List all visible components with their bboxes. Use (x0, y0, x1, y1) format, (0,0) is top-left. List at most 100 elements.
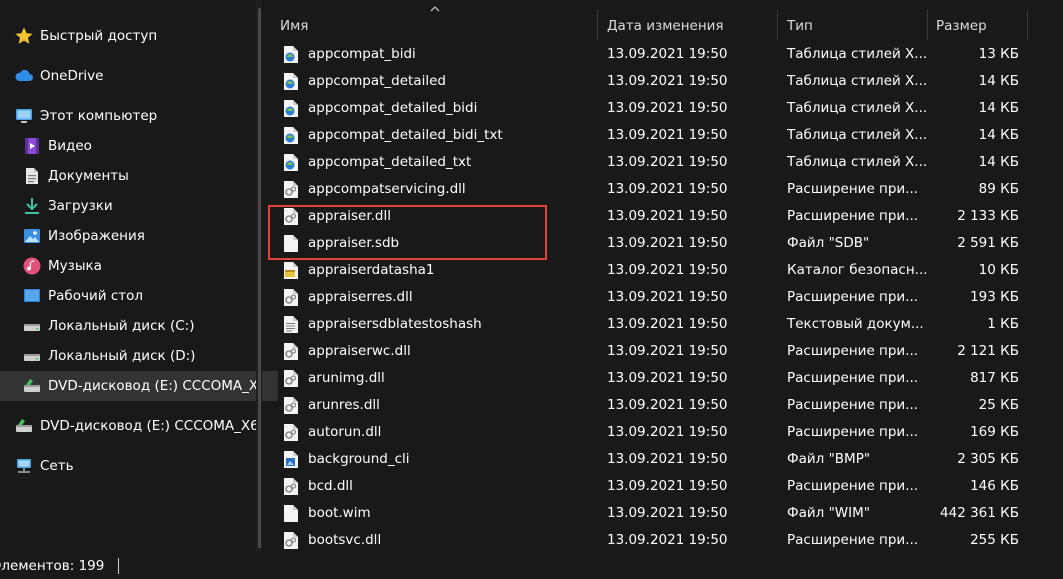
file-size: 14 КБ (978, 127, 1019, 143)
drive-icon (22, 346, 42, 366)
nav-item[interactable]: Быстрый доступ (0, 21, 270, 51)
nav-scrollbar[interactable] (258, 8, 261, 548)
file-date: 13.09.2021 19:50 (607, 127, 728, 143)
file-type: Файл "BMP" (787, 451, 871, 467)
cloud-icon (14, 66, 34, 86)
nav-item-label: Быстрый доступ (40, 28, 158, 44)
file-size: 169 КБ (970, 424, 1019, 440)
column-divider[interactable] (927, 10, 928, 40)
nav-item-label: Рабочий стол (48, 288, 143, 304)
file-row[interactable]: arunres.dll 13.09.2021 19:50 Расширение пр… (262, 392, 1063, 419)
drive-icon (22, 316, 42, 336)
file-row[interactable]: appcompat_detailed_txt 13.09.2021 19:50 Та… (262, 149, 1063, 176)
file-date: 13.09.2021 19:50 (607, 73, 728, 89)
file-name: autorun.dll (308, 424, 382, 440)
nav-item-label: Локальный диск (C:) (48, 318, 195, 334)
nav-item[interactable]: Сеть (0, 451, 270, 481)
file-size: 817 КБ (970, 370, 1019, 386)
xsl-icon (282, 99, 300, 118)
column-divider[interactable] (1027, 10, 1028, 40)
nav-item[interactable]: Локальный диск (C:) (0, 311, 278, 341)
nav-item[interactable]: Рабочий стол (0, 281, 278, 311)
nav-item[interactable]: OneDrive (0, 61, 270, 91)
pictures-icon (22, 226, 42, 246)
nav-item-label: Сеть (40, 458, 74, 474)
nav-item-label: Этот компьютер (40, 108, 158, 124)
column-header-date[interactable]: Дата изменения (607, 0, 724, 40)
file-name: appraiserres.dll (308, 289, 413, 305)
nav-item[interactable]: Локальный диск (D:) (0, 341, 278, 371)
xsl-icon (282, 45, 300, 64)
column-header-size[interactable]: Размер (936, 0, 987, 40)
nav-item[interactable]: Этот компьютер (0, 101, 270, 131)
file-date: 13.09.2021 19:50 (607, 46, 728, 62)
file-size: 13 КБ (978, 46, 1019, 62)
sort-ascending-icon (430, 6, 440, 12)
nav-item[interactable]: Музыка (0, 251, 278, 281)
file-row[interactable]: appcompat_detailed_bidi 13.09.2021 19:50 Т… (262, 95, 1063, 122)
nav-item[interactable]: DVD-дисковод (E:) CCCOMA_X (0, 371, 278, 401)
file-row[interactable]: background_cli 13.09.2021 19:50 Файл "BMP"… (262, 446, 1063, 473)
bmp-icon (282, 450, 300, 469)
file-type: Расширение при... (787, 181, 919, 197)
computer-icon (14, 106, 34, 126)
dll-icon (282, 288, 300, 307)
file-type: Расширение при... (787, 478, 919, 494)
file-row[interactable]: boot.wim 13.09.2021 19:50 Файл "WIM" 442 36… (262, 500, 1063, 527)
file-row[interactable]: bcd.dll 13.09.2021 19:50 Расширение при...… (262, 473, 1063, 500)
nav-item-label: Загрузки (48, 198, 113, 214)
status-bar: Элементов: 199 (0, 553, 1063, 579)
nav-item-label: Локальный диск (D:) (48, 348, 196, 364)
nav-item[interactable]: Изображения (0, 221, 278, 251)
file-type: Файл "SDB" (787, 235, 870, 251)
xsl-icon (282, 153, 300, 172)
file-size: 14 КБ (978, 100, 1019, 116)
nav-item[interactable]: Документы (0, 161, 278, 191)
nav-item-label: Видео (48, 138, 92, 154)
file-date: 13.09.2021 19:50 (607, 343, 728, 359)
file-row[interactable]: appcompat_detailed 13.09.2021 19:50 Таблиц… (262, 68, 1063, 95)
file-row[interactable]: autorun.dll 13.09.2021 19:50 Расширение пр… (262, 419, 1063, 446)
file-row[interactable]: arunimg.dll 13.09.2021 19:50 Расширение пр… (262, 365, 1063, 392)
file-name: bootsvc.dll (308, 532, 382, 548)
file-size: 255 КБ (970, 532, 1019, 548)
file-row[interactable]: appraiserwc.dll 13.09.2021 19:50 Расширени… (262, 338, 1063, 365)
dvd-drive-icon (22, 376, 42, 396)
file-size: 89 КБ (978, 181, 1019, 197)
file-type: Расширение при... (787, 397, 919, 413)
items-count-text: Элементов: 199 (0, 558, 105, 574)
nav-item[interactable]: DVD-дисковод (E:) CCCOMA_X6 (0, 411, 270, 441)
nav-item-label: Документы (48, 168, 129, 184)
column-header-type[interactable]: Тип (787, 0, 813, 40)
file-size: 2 133 КБ (957, 208, 1019, 224)
file-size: 2 121 КБ (957, 343, 1019, 359)
dll-icon (282, 342, 300, 361)
nav-item[interactable]: Загрузки (0, 191, 278, 221)
file-row[interactable]: appcompat_detailed_bidi_txt 13.09.2021 19… (262, 122, 1063, 149)
file-row[interactable]: appraiserdatasha1 13.09.2021 19:50 Каталог… (262, 257, 1063, 284)
file-size: 14 КБ (978, 73, 1019, 89)
file-size: 1 КБ (987, 316, 1019, 332)
file-row[interactable]: appraisersdblatestoshash 13.09.2021 19:50… (262, 311, 1063, 338)
column-divider[interactable] (597, 10, 598, 40)
file-type: Файл "WIM" (787, 505, 870, 521)
nav-item-label: Изображения (48, 228, 145, 244)
nav-item[interactable]: Видео (0, 131, 278, 161)
file-row[interactable]: appraiserres.dll 13.09.2021 19:50 Расширен… (262, 284, 1063, 311)
file-type: Текстовый докум... (787, 316, 924, 332)
file-type: Каталог безопасн... (787, 262, 928, 278)
file-type: Расширение при... (787, 532, 919, 548)
column-header-name[interactable]: Имя (280, 0, 308, 40)
file-size: 14 КБ (978, 154, 1019, 170)
file-name: arunimg.dll (308, 370, 385, 386)
file-type: Расширение при... (787, 424, 919, 440)
file-icon (282, 504, 300, 523)
navigation-pane: Быстрый доступ OneDrive Этот компьютер Виде… (0, 0, 278, 553)
file-row[interactable]: appcompat_bidi 13.09.2021 19:50 Таблица ст… (262, 41, 1063, 68)
file-name: appraisersdblatestoshash (308, 316, 482, 332)
file-date: 13.09.2021 19:50 (607, 181, 728, 197)
column-divider[interactable] (777, 10, 778, 40)
file-row[interactable]: bootsvc.dll 13.09.2021 19:50 Расширение пр… (262, 527, 1063, 554)
file-row[interactable]: appcompatservicing.dll 13.09.2021 19:50 Ра… (262, 176, 1063, 203)
dll-icon (282, 369, 300, 388)
